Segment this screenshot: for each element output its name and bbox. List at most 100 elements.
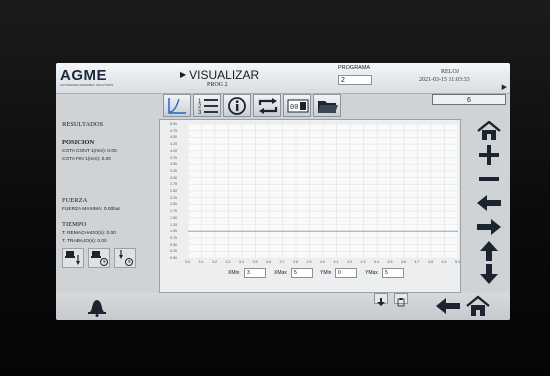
t-remachado-value: T. REMACHADO(s): 0.00 <box>62 231 116 236</box>
reloj-label: RELOJ <box>441 69 459 75</box>
machine-down-button[interactable] <box>62 248 84 268</box>
page-title: ▶ VISUALIZAR <box>180 68 259 82</box>
brand-name: AGME <box>60 67 107 84</box>
right-nav-bar <box>472 119 510 289</box>
chart-panel: 5.00 4.75 4.50 4.25 4.00 3.75 3.50 3.25 3.00 2.75… <box>159 119 461 293</box>
x-tick-label: 3.3 <box>225 260 231 264</box>
y-tick-label: 1.25 <box>170 222 177 227</box>
back-arrow-icon <box>436 298 460 314</box>
x-tick-label: 4.7 <box>414 260 420 264</box>
machine-timer-icon <box>91 251 108 266</box>
arrow-up-button[interactable] <box>474 241 504 261</box>
brand-tagline: AUTOMATED ASSEMBLY SOLUTIONS <box>60 83 114 87</box>
header-bar: AGME AUTOMATED ASSEMBLY SOLUTIONS ▶ VISUA… <box>56 63 510 94</box>
minus-button[interactable] <box>474 169 504 189</box>
ymax-input[interactable]: 5 <box>382 268 404 278</box>
plus-icon <box>479 145 499 165</box>
y-tick-label: 0.25 <box>170 249 177 254</box>
y-tick-label: 1.00 <box>170 229 177 234</box>
counter-reset-button[interactable]: 00 <box>283 94 311 117</box>
results-panel: RESULTADOS POSICION COTA CONT 1(mm): 0.0… <box>58 115 156 285</box>
back-button[interactable] <box>434 295 462 317</box>
ymin-input[interactable]: 0 <box>335 268 357 278</box>
clipboard-button[interactable] <box>394 293 408 307</box>
x-tick-label: 4.5 <box>387 260 393 264</box>
cycle-counter: 6 <box>432 94 506 105</box>
bottom-home-button[interactable] <box>464 295 492 317</box>
mouse-cursor-icon <box>499 82 507 91</box>
chart-view-icon <box>168 98 186 114</box>
y-tick-label: 4.00 <box>170 148 177 153</box>
alarm-button[interactable] <box>86 297 108 317</box>
info-button[interactable] <box>223 94 251 117</box>
x-tick-label: 4.8 <box>428 260 433 264</box>
arrow-right-button[interactable] <box>474 217 504 237</box>
play-triangle-icon: ▶ <box>180 70 187 79</box>
fuerza-title: FUERZA <box>62 197 88 204</box>
bottom-bar <box>56 293 510 320</box>
bell-icon <box>88 300 106 317</box>
y-tick-label: 0.75 <box>170 235 177 240</box>
x-tick-label: 3.0 <box>185 260 190 264</box>
x-tick-label: 3.8 <box>293 260 298 264</box>
y-tick-label: 2.00 <box>170 202 177 207</box>
machine-timer-button[interactable] <box>88 248 110 268</box>
list-view-button[interactable]: 123 <box>193 94 221 117</box>
y-tick-label: 4.50 <box>170 135 177 140</box>
x-tick-label: 3.6 <box>266 260 271 264</box>
tiempo-title: TIEMPO <box>62 221 87 228</box>
x-tick-label: 3.7 <box>279 260 285 264</box>
arrow-left-icon <box>477 195 501 211</box>
x-tick-label: 4.0 <box>320 260 325 264</box>
x-tick-label: 3.1 <box>198 260 204 264</box>
posicion-title: POSICION <box>62 139 95 146</box>
swap-button[interactable] <box>253 94 281 117</box>
home-button[interactable] <box>474 120 504 141</box>
arrow-right-icon <box>477 219 501 235</box>
ymax-label: YMax <box>365 270 378 276</box>
svg-text:00: 00 <box>290 104 298 112</box>
arrow-down-icon <box>480 264 498 284</box>
cota-cont-value: COTA CONT 1(mm): 0.00 <box>62 149 117 154</box>
resultados-title: RESULTADOS <box>62 121 104 128</box>
arrow-left-button[interactable] <box>474 193 504 213</box>
download-icon <box>377 298 385 306</box>
plus-button[interactable] <box>474 145 504 165</box>
hmi-screen: AGME AUTOMATED ASSEMBLY SOLUTIONS ▶ VISUA… <box>56 63 510 320</box>
x-tick-label: 4.1 <box>333 260 339 264</box>
xmax-input[interactable]: 5 <box>291 268 313 278</box>
clipboard-icon <box>397 298 405 307</box>
swap-icon <box>258 98 278 114</box>
x-tick-label: 4.3 <box>360 260 366 264</box>
down-timer-icon <box>119 250 133 266</box>
home-icon <box>466 295 490 316</box>
programa-label: PROGRAMA <box>338 65 371 71</box>
chart-view-button[interactable] <box>163 94 191 117</box>
download-button[interactable] <box>374 293 388 306</box>
x-tick-label: 3.5 <box>252 260 258 264</box>
y-tick-label: 3.25 <box>170 168 177 173</box>
program-subtitle: PROG 2 <box>207 82 228 88</box>
home-icon <box>477 120 501 140</box>
svg-text:3: 3 <box>198 110 202 115</box>
xmax-label: XMax <box>274 270 287 276</box>
arrow-up-icon <box>480 241 498 261</box>
y-tick-label: 3.75 <box>170 155 177 160</box>
arrow-down-button[interactable] <box>474 264 504 284</box>
info-icon <box>228 97 246 115</box>
open-folder-button[interactable] <box>313 94 341 117</box>
cota-fin-value: COTA FIN 1(mm): 0.00 <box>62 157 111 162</box>
y-tick-label: 0.00 <box>170 256 177 260</box>
list-numbered-icon: 123 <box>198 99 218 115</box>
y-tick-label: 2.25 <box>170 195 177 200</box>
minus-icon <box>479 177 499 181</box>
page-title-text: VISUALIZAR <box>189 68 260 82</box>
x-tick-label: 3.9 <box>306 260 312 264</box>
y-tick-label: 2.50 <box>170 189 177 193</box>
y-tick-label: 3.50 <box>170 162 177 167</box>
programa-input[interactable]: 2 <box>338 75 372 85</box>
xmin-label: XMin <box>228 270 240 276</box>
down-timer-button[interactable] <box>114 248 136 268</box>
y-tick-label: 3.00 <box>170 175 177 180</box>
xmin-input[interactable]: 3 <box>244 268 266 278</box>
